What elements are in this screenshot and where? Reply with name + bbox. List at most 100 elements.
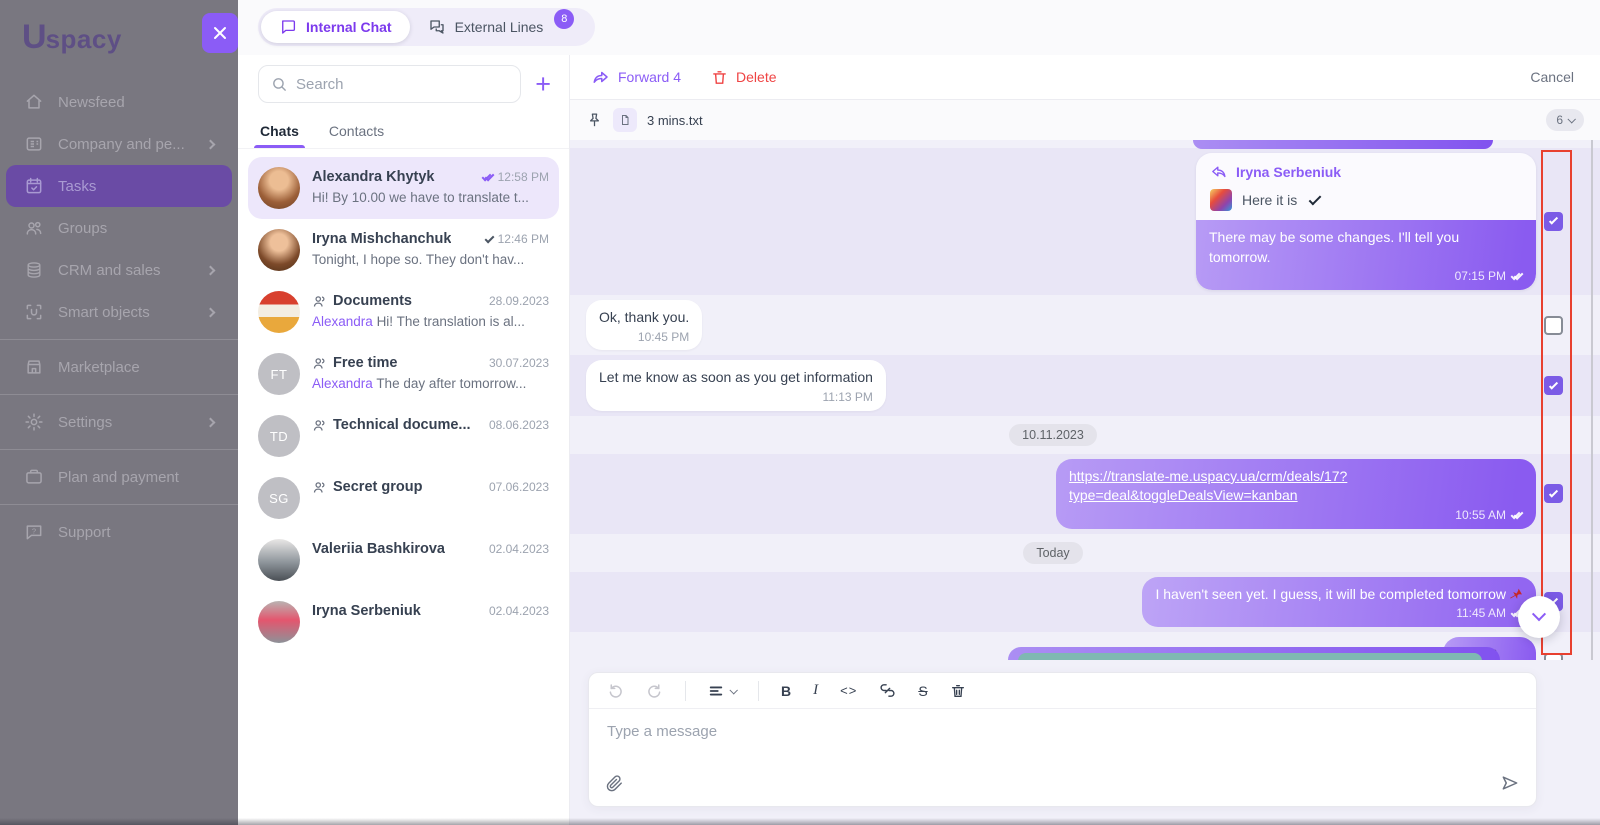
search-box[interactable] (258, 65, 521, 103)
attach-file-button[interactable] (605, 774, 624, 793)
reply-author: Iryna Serbeniuk (1236, 164, 1341, 180)
message-checkbox[interactable] (1544, 484, 1563, 503)
message-bubble[interactable]: https://translate-me.uspacy.ua/crm/deals… (1056, 459, 1536, 529)
group-icon (312, 418, 327, 433)
chat-item-free-time[interactable]: FT Free time 30.07.2023 Alexandra The da… (248, 343, 559, 405)
message-row: I haven't seen yet. I guess, it will be … (570, 572, 1600, 632)
align-left-icon (708, 683, 724, 699)
link-button[interactable] (879, 682, 896, 699)
pinned-count-pill[interactable]: 6 (1546, 109, 1584, 131)
clear-formatting-button[interactable] (950, 683, 966, 699)
chevron-right-icon (206, 307, 216, 317)
tab-contacts[interactable]: Contacts (327, 119, 386, 148)
topbar: Internal Chat External Lines 8 (238, 0, 1600, 55)
send-icon (1500, 773, 1520, 793)
forward-button[interactable]: Forward 4 (592, 68, 681, 86)
avatar (258, 291, 300, 333)
code-button[interactable]: <> (840, 683, 857, 698)
tab-chats[interactable]: Chats (258, 119, 301, 148)
avatar (258, 167, 300, 209)
bold-button[interactable]: B (781, 683, 791, 699)
trash-icon (711, 69, 728, 86)
sidebar-divider (0, 449, 238, 450)
message-checkbox[interactable] (1544, 376, 1563, 395)
strikethrough-button[interactable]: S (918, 683, 927, 699)
message-checkbox[interactable] (1544, 212, 1563, 231)
pinned-file-name: 3 mins.txt (647, 113, 703, 128)
redo-icon (646, 682, 663, 699)
scrollbar[interactable] (1591, 140, 1593, 660)
message-input[interactable] (607, 723, 1518, 740)
date-separator: Today (570, 534, 1600, 572)
double-chat-bubble-icon (428, 18, 446, 36)
avatar: FT (258, 353, 300, 395)
sidebar-nav: Newsfeed Company and pe... Tasks Groups … (0, 81, 238, 553)
chat-item-documents[interactable]: Documents 28.09.2023 Alexandra Hi! The t… (248, 281, 559, 343)
sidebar-divider (0, 339, 238, 340)
tab-external-lines[interactable]: External Lines 8 (410, 11, 593, 43)
sidebar-item-settings[interactable]: Settings (6, 401, 232, 443)
partial-message-bubble (1193, 140, 1493, 149)
chat-list: Alexandra Khytyk 12:58 PM Hi! By 10.00 w… (238, 149, 569, 825)
scroll-to-bottom-button[interactable] (1518, 596, 1560, 638)
support-icon: ? (24, 522, 44, 542)
message-checkbox[interactable] (1544, 316, 1563, 335)
delete-button[interactable]: Delete (711, 69, 776, 86)
avatar (258, 229, 300, 271)
add-chat-button[interactable]: + (535, 71, 551, 98)
toolbar-divider (685, 681, 686, 701)
chat-item-technical-documentation[interactable]: TD Technical docume... 08.06.2023 (248, 405, 559, 467)
chat-item-valeriia-bashkirova[interactable]: Valeriia Bashkirova 02.04.2023 (248, 529, 559, 591)
pin-icon (586, 112, 603, 129)
chat-item-iryna-serbeniuk[interactable]: Iryna Serbeniuk 02.04.2023 (248, 591, 559, 653)
sidebar-item-company[interactable]: Company and pe... (6, 123, 232, 165)
message-link[interactable]: https://translate-me.uspacy.ua/crm/deals… (1069, 467, 1381, 506)
message-bubble[interactable]: I haven't seen yet. I guess, it will be … (1142, 577, 1536, 627)
avatar (258, 601, 300, 643)
pinned-message-bar[interactable]: 3 mins.txt 6 (570, 100, 1600, 140)
preview-sender: Alexandra (312, 314, 373, 329)
paperclip-icon (605, 774, 624, 793)
undo-icon (607, 682, 624, 699)
message-composer: B I <> S (588, 672, 1537, 807)
sidebar-item-tasks[interactable]: Tasks (6, 165, 232, 207)
sidebar-close-button[interactable] (202, 13, 238, 53)
sidebar-item-plan-payment[interactable]: Plan and payment (6, 456, 232, 498)
svg-text:?: ? (32, 526, 36, 535)
align-button[interactable] (708, 683, 724, 699)
pushpin-emoji (1507, 585, 1524, 602)
sidebar: Uspacy Newsfeed Company and pe... Tasks … (0, 0, 238, 825)
chat-item-secret-group[interactable]: SG Secret group 07.06.2023 (248, 467, 559, 529)
chat-item-alexandra-khytyk[interactable]: Alexandra Khytyk 12:58 PM Hi! By 10.00 w… (248, 157, 559, 219)
send-button[interactable] (1500, 773, 1520, 793)
message-bubble[interactable]: Let me know as soon as you get informati… (586, 360, 886, 410)
message-bubble-reply[interactable]: Iryna Serbeniuk Here it is Th (1196, 153, 1536, 290)
italic-button[interactable]: I (813, 682, 818, 699)
check-icon (484, 233, 494, 243)
chevron-down-icon (1567, 115, 1575, 123)
quoted-message[interactable]: Iryna Serbeniuk Here it is (1196, 153, 1536, 220)
sidebar-item-marketplace[interactable]: Marketplace (6, 346, 232, 388)
chat-item-iryna-mishchanchuk[interactable]: Iryna Mishchanchuk 12:46 PM Tonight, I h… (248, 219, 559, 281)
message-checkbox[interactable] (1544, 653, 1563, 660)
redo-button[interactable] (646, 682, 663, 699)
sidebar-item-groups[interactable]: Groups (6, 207, 232, 249)
home-icon (24, 92, 44, 112)
chevron-down-icon[interactable] (729, 686, 737, 694)
cancel-button[interactable]: Cancel (1530, 69, 1574, 85)
search-input[interactable] (296, 76, 508, 93)
sidebar-divider (0, 394, 238, 395)
message-bubble[interactable]: Ok, thank you. 10:45 PM (586, 300, 702, 350)
sidebar-item-newsfeed[interactable]: Newsfeed (6, 81, 232, 123)
groups-icon (24, 218, 44, 238)
tab-internal-chat[interactable]: Internal Chat (261, 11, 410, 43)
check-emoji (1309, 192, 1322, 205)
sidebar-item-support[interactable]: ? Support (6, 511, 232, 553)
chevron-down-icon (1532, 607, 1546, 621)
gear-icon (24, 412, 44, 432)
undo-button[interactable] (607, 682, 624, 699)
sidebar-item-smart-objects[interactable]: Smart objects (6, 291, 232, 333)
message-text: There may be some changes. I'll tell you… (1196, 220, 1536, 290)
sidebar-item-crm[interactable]: CRM and sales (6, 249, 232, 291)
chat-list-panel: + Chats Contacts Alexandra Khytyk 12:58 … (238, 55, 570, 825)
